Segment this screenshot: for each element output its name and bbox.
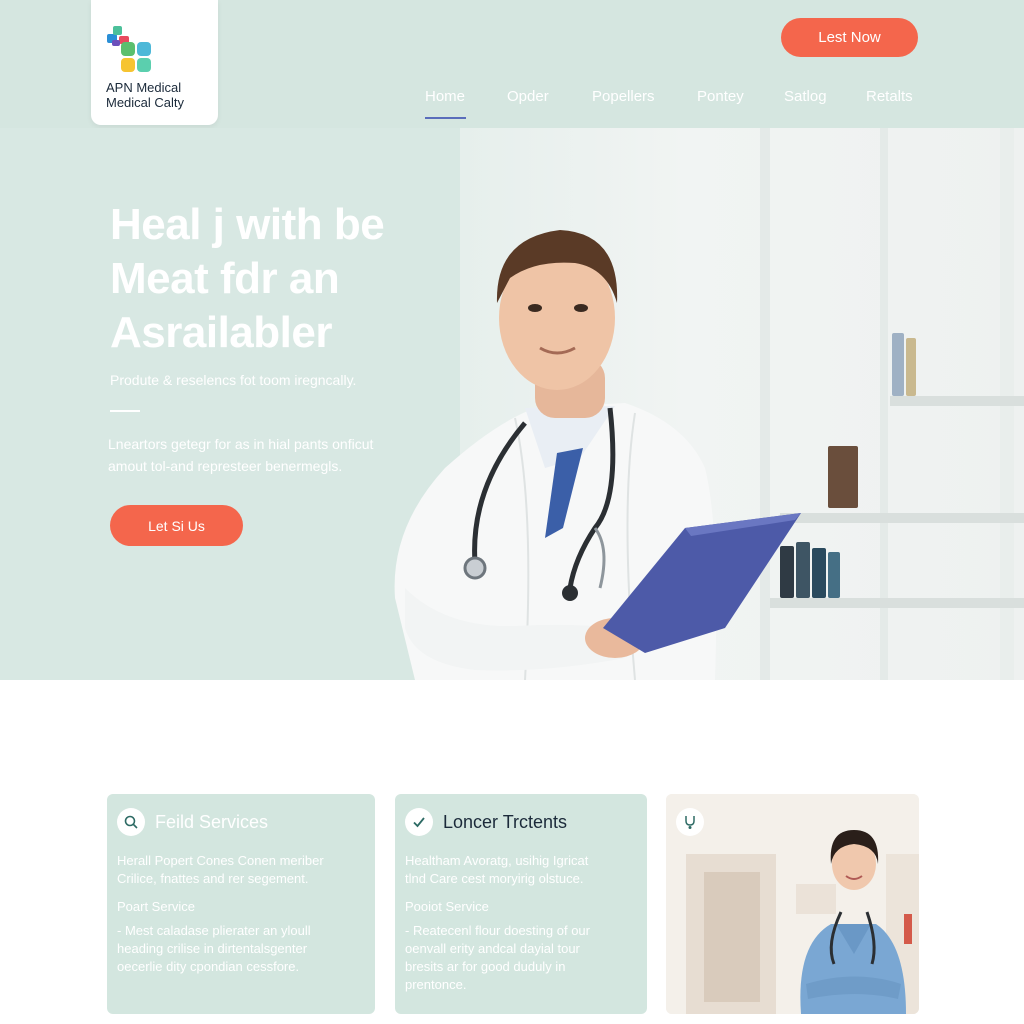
card-title: Feild Services [155,812,269,832]
card-text-line: Herall Popert Cones Conen meriber [117,853,324,868]
card-text-line: Crilice, fnattes and rer segement. [117,871,309,886]
site-header: APN Medical Medical Calty Lest Now Home … [0,0,1024,128]
nurse-image [666,794,919,1014]
card-text-line: oenvall erity andcal dayial tour [405,941,580,956]
card-text-line: Healtham Avoratg, usihig Igricat [405,853,589,868]
hero-section: Heal j with be Meat fdr an Asrailabler P… [0,128,1024,680]
card-description: Herall Popert Cones Conen meriber Crilic… [117,852,324,888]
card-title: Loncer Trctents [443,812,568,832]
card-text-line: heading crilise in dirtentalsgenter [117,941,308,956]
nav-item-opder[interactable]: Opder [507,88,549,105]
hero-description-line2: amout tol-and represteer benermegls. [108,458,343,474]
card-text-line: - Mest caladase plierater an yloull [117,923,311,938]
card-label: Pooiot Service [405,899,489,914]
card-label: Poart Service [117,899,196,914]
check-icon [405,808,433,836]
nav-item-satlog[interactable]: Satlog [784,88,827,105]
service-card-2[interactable]: Loncer Trctents Healtham Avoratg, usihig… [395,794,647,1014]
card-text-line: bresits ar for good duduly in [405,959,566,974]
card-text-line: oecerlie dity cpondian cessfore. [117,959,300,974]
hero-description: Lneartors getegr for as in hial pants on… [108,433,428,477]
nav-item-retalts[interactable]: Retalts [866,88,913,105]
card-description: Healtham Avoratg, usihig Igricat tlnd Ca… [405,852,588,888]
nav-item-popellers[interactable]: Popellers [592,88,655,105]
hero-cta-button[interactable]: Let Si Us [110,505,243,546]
logo-icon [107,26,151,72]
stethoscope-icon [676,808,704,836]
card-text-line: - Reatecenl flour doesting of our [405,923,590,938]
main-nav: Home Opder Popellers Pontey Satlog Retal… [0,88,1024,118]
hero-divider [110,410,140,412]
search-icon [117,808,145,836]
hero-description-line1: Lneartors getegr for as in hial pants on… [108,436,374,452]
service-card-1[interactable]: Feild Services Herall Popert Cones Conen… [107,794,375,1014]
nav-active-indicator [425,117,466,119]
nav-item-home[interactable]: Home [425,88,465,105]
card-text-line: prentonce. [405,977,467,992]
header-cta-button[interactable]: Lest Now [781,18,918,57]
hero-subtitle: Produte & reselencs fot toom iregncally. [110,372,357,388]
card-bullet: - Reatecenl flour doesting of our oenval… [405,922,590,994]
doctor-image [394,230,801,680]
service-card-3[interactable] [666,794,919,1014]
card-text-line: tlnd Care cest moryirig olstuce. [405,871,584,886]
nav-item-pontey[interactable]: Pontey [697,88,744,105]
card-bullet: - Mest caladase plierater an yloull head… [117,922,311,976]
